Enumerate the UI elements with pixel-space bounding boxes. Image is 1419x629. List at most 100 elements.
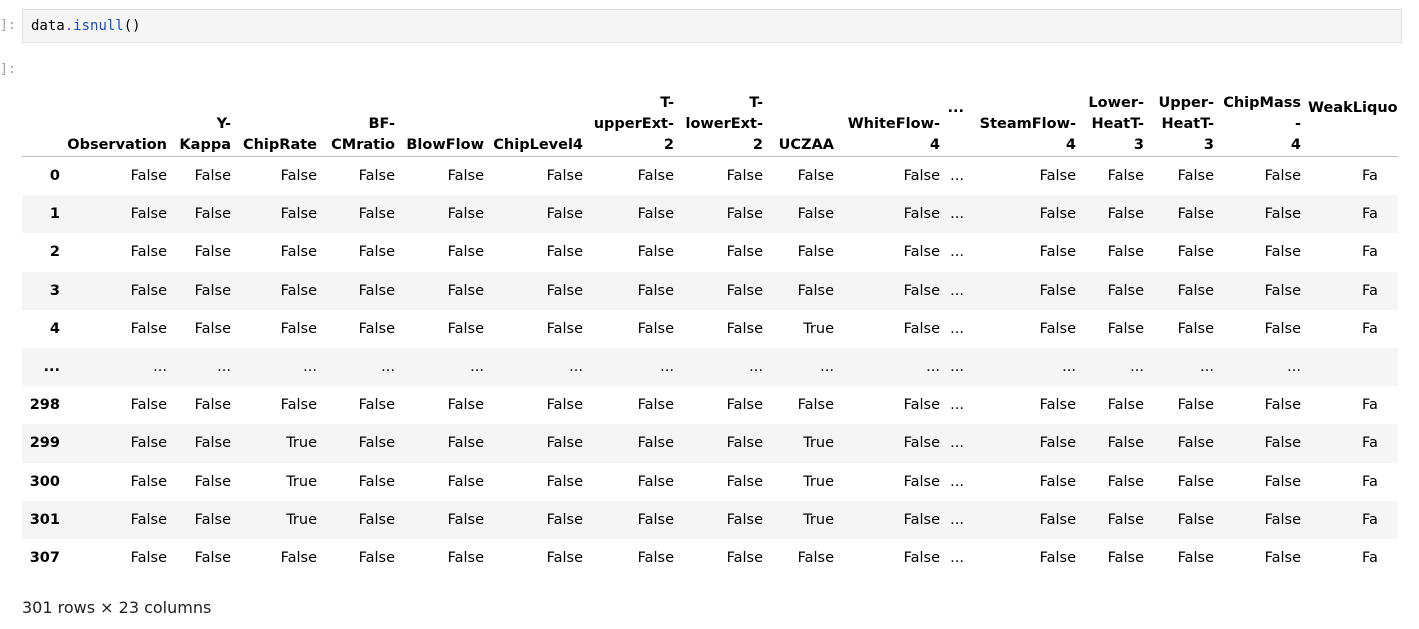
- row-index: 1: [49, 206, 60, 223]
- table-cell: False: [797, 168, 834, 185]
- table-row: 300 False False True False False False False Fal…: [22, 463, 1398, 501]
- table-cell: False: [194, 320, 231, 337]
- table-cell: False: [797, 206, 834, 223]
- table-cell: False: [194, 473, 231, 490]
- table-cell: False: [1177, 320, 1214, 337]
- column-header: ChipLevel4: [491, 60, 590, 157]
- table-cell: ...: [1200, 359, 1214, 376]
- table-cell: False: [903, 244, 940, 261]
- table-cell: False: [637, 549, 674, 566]
- table-row: 2 False False False False False False False Fals…: [22, 233, 1398, 271]
- table-cell: False: [194, 244, 231, 261]
- table-cell: False: [1107, 549, 1144, 566]
- table-cell: False: [130, 511, 167, 528]
- table-cell: Fa: [1362, 511, 1378, 528]
- table-cell: False: [1039, 511, 1076, 528]
- column-header: BF- CMratio: [324, 60, 402, 157]
- table-cell: False: [637, 397, 674, 414]
- table-cell: ...: [950, 244, 964, 261]
- table-cell: Fa: [1362, 244, 1378, 261]
- table-cell: False: [280, 206, 317, 223]
- table-cell: False: [903, 549, 940, 566]
- table-cell: False: [358, 244, 395, 261]
- table-cell: False: [130, 168, 167, 185]
- table-cell: Fa: [1362, 206, 1378, 223]
- table-cell: False: [1107, 168, 1144, 185]
- table-cell: False: [447, 320, 484, 337]
- table-cell: False: [447, 473, 484, 490]
- table-cell: Fa: [1362, 397, 1378, 414]
- table-cell: False: [726, 244, 763, 261]
- table-cell: False: [280, 320, 317, 337]
- table-cell: ...: [660, 359, 674, 376]
- table-cell: True: [803, 435, 834, 452]
- table-cell: False: [1177, 206, 1214, 223]
- table-cell: False: [546, 473, 583, 490]
- table-cell: False: [130, 320, 167, 337]
- table-cell: True: [803, 473, 834, 490]
- table-cell: ...: [303, 359, 317, 376]
- table-row: ........................................…: [22, 347, 1398, 387]
- column-header: Upper- HeatT- 3: [1151, 60, 1221, 157]
- code-input-cell[interactable]: data.isnull(): [22, 9, 1402, 43]
- table-cell: False: [1039, 244, 1076, 261]
- table-cell: ...: [820, 359, 834, 376]
- row-index: 4: [49, 320, 60, 337]
- table-cell: False: [1039, 206, 1076, 223]
- table-cell: False: [447, 206, 484, 223]
- table-cell: Fa: [1362, 435, 1378, 452]
- table-cell: False: [130, 397, 167, 414]
- table-header-row: Observation Y- Kappa ChipRate BF- CMratio Bl…: [22, 60, 1398, 157]
- table-cell: False: [1107, 244, 1144, 261]
- table-cell: False: [903, 282, 940, 299]
- table-cell: False: [1177, 397, 1214, 414]
- table-cell: False: [358, 168, 395, 185]
- table-cell: True: [803, 320, 834, 337]
- table-cell: False: [130, 473, 167, 490]
- table-cell: ...: [381, 359, 395, 376]
- table-cell: False: [1039, 397, 1076, 414]
- table-cell: False: [280, 168, 317, 185]
- table-cell: False: [797, 282, 834, 299]
- table-cell: False: [903, 473, 940, 490]
- table-cell: False: [1107, 435, 1144, 452]
- row-index: 3: [49, 282, 60, 299]
- table-cell: False: [358, 320, 395, 337]
- table-cell: False: [1107, 206, 1144, 223]
- input-prompt: ]:: [0, 18, 16, 33]
- table-cell: False: [1039, 168, 1076, 185]
- table-cell: False: [797, 244, 834, 261]
- table-cell: False: [726, 435, 763, 452]
- column-header: Observation: [67, 60, 174, 157]
- table-row: 3 False False False False False False False Fals…: [22, 271, 1398, 310]
- table-cell: False: [637, 473, 674, 490]
- table-cell: False: [280, 282, 317, 299]
- column-header: ...: [947, 60, 971, 157]
- table-cell: Fa: [1362, 473, 1378, 490]
- table-cell: False: [1177, 473, 1214, 490]
- table-cell: False: [903, 206, 940, 223]
- table-cell: False: [358, 511, 395, 528]
- table-cell: False: [637, 206, 674, 223]
- table-cell: False: [726, 473, 763, 490]
- table-cell: Fa: [1362, 320, 1378, 337]
- table-cell: False: [903, 511, 940, 528]
- column-header: WhiteFlow- 4: [841, 60, 947, 157]
- table-cell: False: [1264, 168, 1301, 185]
- table-cell: False: [447, 168, 484, 185]
- table-cell: False: [1264, 320, 1301, 337]
- table-cell: False: [546, 397, 583, 414]
- table-cell: False: [546, 244, 583, 261]
- table-row: 1 False False False False False False False Fals…: [22, 195, 1398, 234]
- row-index: 301: [29, 511, 60, 528]
- table-cell: False: [130, 435, 167, 452]
- table-cell: [1308, 348, 1398, 386]
- table-cell: False: [797, 549, 834, 566]
- table-cell: False: [1177, 511, 1214, 528]
- table-cell: False: [358, 549, 395, 566]
- table-cell: False: [1039, 320, 1076, 337]
- table-row: 299 False False True False False False False Fal…: [22, 424, 1398, 463]
- table-cell: False: [1107, 320, 1144, 337]
- code-parens: (): [123, 18, 141, 34]
- row-index: ...: [43, 359, 60, 376]
